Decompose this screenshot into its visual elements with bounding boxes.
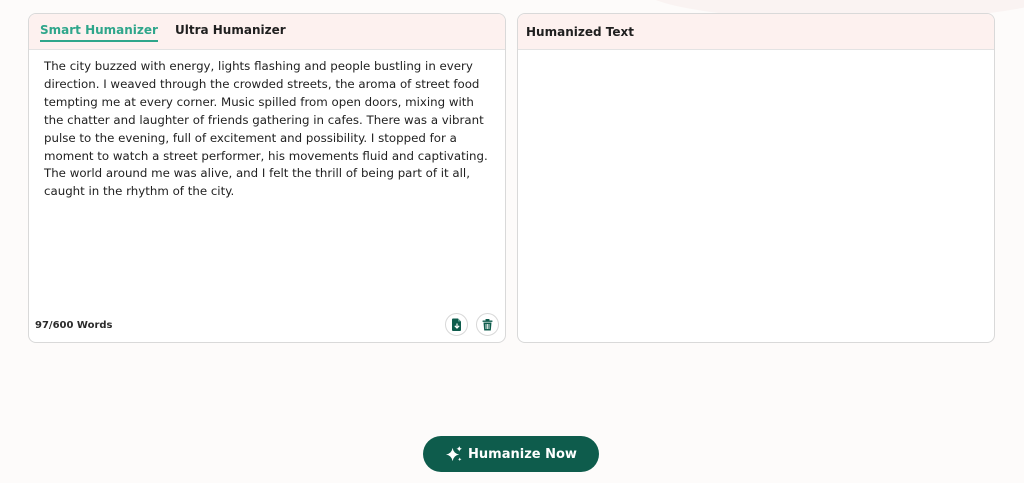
humanize-now-label: Humanize Now <box>468 446 577 462</box>
sparkles-icon <box>445 445 464 464</box>
paste-button[interactable] <box>445 313 468 336</box>
paste-document-icon <box>451 318 461 331</box>
output-panel-header: Humanized Text <box>518 14 994 50</box>
input-panel: Smart Humanizer Ultra Humanizer The city… <box>28 13 506 343</box>
humanize-now-button[interactable]: Humanize Now <box>423 436 599 472</box>
tab-smart-humanizer[interactable]: Smart Humanizer <box>40 21 158 42</box>
output-panel-title: Humanized Text <box>526 24 634 39</box>
delete-button[interactable] <box>476 313 499 336</box>
input-panel-header: Smart Humanizer Ultra Humanizer <box>29 14 505 50</box>
trash-icon <box>482 318 493 330</box>
word-count: 97/600 Words <box>35 320 113 331</box>
output-panel: Humanized Text <box>517 13 995 343</box>
tab-ultra-humanizer[interactable]: Ultra Humanizer <box>175 21 286 42</box>
input-text-area[interactable]: The city buzzed with energy, lights flas… <box>44 58 496 201</box>
